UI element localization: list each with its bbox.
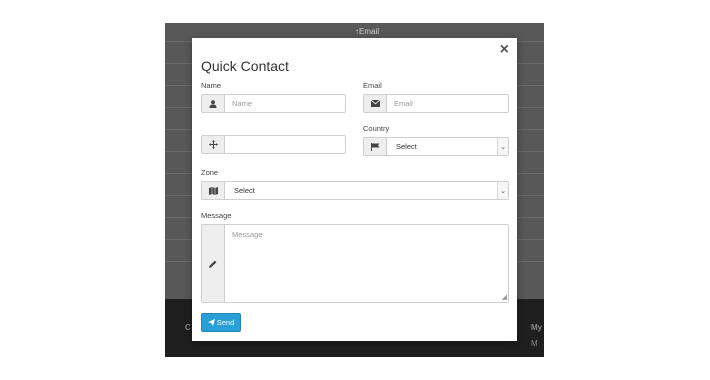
bg-footer-heading: C — [185, 323, 191, 332]
send-button-label: Send — [216, 318, 235, 327]
envelope-icon — [364, 95, 387, 112]
country-selected-value: Select — [396, 142, 417, 151]
zone-selected-value: Select — [234, 186, 255, 195]
country-select[interactable]: Select ⌄ — [363, 137, 509, 156]
chevron-down-icon: ⌄ — [497, 182, 508, 199]
name-label: Name — [201, 81, 222, 90]
flag-icon — [364, 138, 387, 155]
country-label: Country — [363, 124, 390, 133]
name-input-group — [201, 94, 346, 113]
unlabeled-input-group — [201, 135, 346, 154]
message-input-group: ◢ — [201, 224, 509, 303]
send-button[interactable]: Send — [201, 313, 241, 332]
email-input-group — [363, 94, 509, 113]
unlabeled-input[interactable] — [225, 136, 345, 153]
chevron-down-icon: ⌄ — [497, 138, 508, 155]
bg-footer-heading: My — [531, 323, 543, 332]
resize-handle-icon[interactable]: ◢ — [502, 294, 507, 301]
screen: ↑Email C My M × Quick Contact Name Email — [0, 0, 710, 380]
zone-label: Zone — [201, 168, 219, 177]
zone-select[interactable]: Select ⌄ — [201, 181, 509, 200]
bg-footer-link: M — [531, 339, 538, 348]
paper-plane-icon — [207, 319, 215, 326]
map-icon — [202, 182, 225, 199]
pencil-icon — [202, 225, 225, 302]
message-textarea[interactable] — [225, 225, 508, 302]
name-input[interactable] — [225, 95, 345, 112]
close-icon[interactable]: × — [500, 42, 509, 58]
email-label: Email — [363, 81, 382, 90]
bg-email-label: Email — [359, 27, 380, 36]
user-icon — [202, 95, 225, 112]
quick-contact-modal: × Quick Contact Name Email Country — [192, 38, 517, 341]
move-icon — [202, 136, 225, 153]
bg-column-header: ↑Email — [355, 27, 379, 36]
message-label: Message — [201, 211, 232, 220]
modal-title: Quick Contact — [201, 58, 289, 74]
email-input[interactable] — [387, 95, 508, 112]
